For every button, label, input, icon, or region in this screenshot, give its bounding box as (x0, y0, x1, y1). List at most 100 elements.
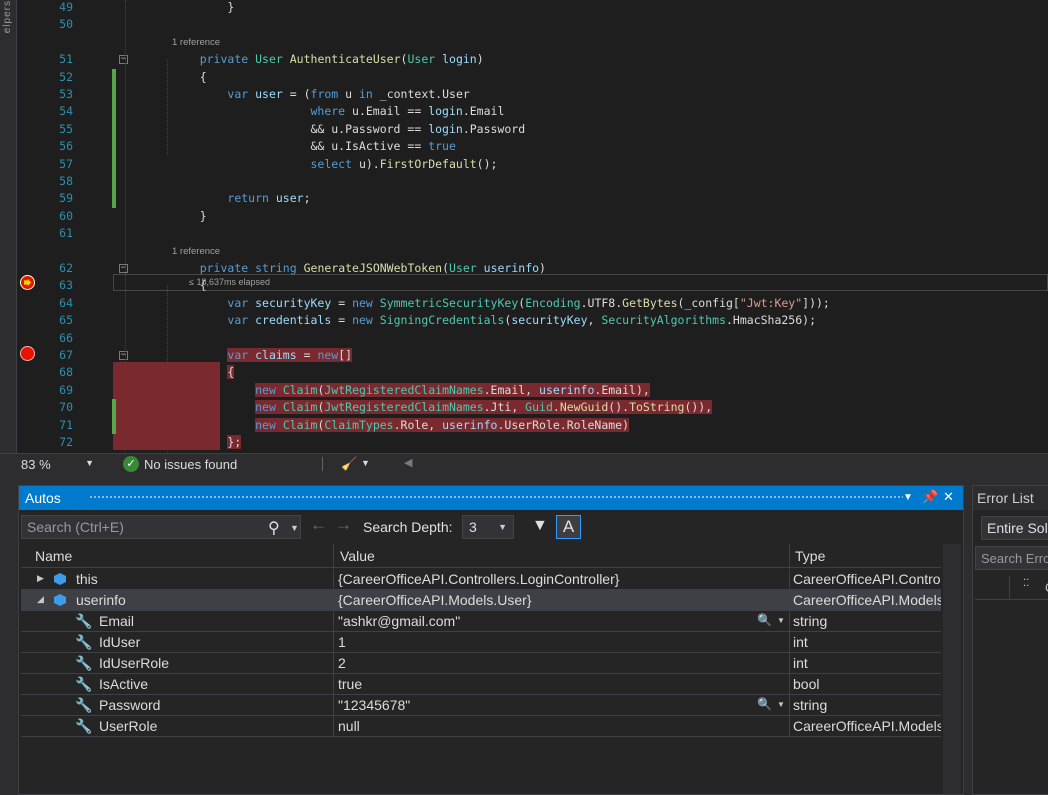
error-scope-select[interactable]: Entire Solution (981, 516, 1048, 540)
vertical-scrollbar[interactable] (943, 544, 961, 794)
variable-type[interactable]: CareerOfficeAPI.Models.User (793, 592, 941, 608)
code-line[interactable]: 67 var claims = new[] − (17, 347, 1048, 364)
variable-value[interactable]: 2 (338, 655, 346, 671)
variable-value[interactable]: {CareerOfficeAPI.Controllers.LoginContro… (338, 571, 619, 587)
code-text[interactable]: && u.IsActive == true (172, 138, 455, 155)
variable-row[interactable]: 🔧 UserRole null CareerOfficeAPI.Models.User… (21, 716, 941, 737)
code-text[interactable]: select u).FirstOrDefault(); (172, 156, 497, 173)
code-line[interactable]: 66 (17, 330, 1048, 347)
search-forward-icon[interactable]: → (335, 515, 352, 535)
chevron-down-icon[interactable]: ▼ (361, 458, 370, 468)
variable-row[interactable]: ◢ userinfo {CareerOfficeAPI.Models.User} Ca… (21, 590, 941, 611)
code-text[interactable]: var securityKey = new SymmetricSecurityK… (172, 295, 829, 312)
fold-toggle-icon[interactable]: − (119, 55, 128, 65)
left-tool-strip[interactable]: elpers (0, 0, 17, 453)
variable-type[interactable]: CareerOfficeAPI.Controllers.LoginControl… (793, 571, 941, 587)
zoom-dropdown[interactable]: 83 % ▼ (21, 456, 94, 473)
variable-name[interactable]: IdUser (99, 634, 140, 650)
search-depth-select[interactable]: 3 ▼ (462, 515, 514, 539)
fold-toggle-icon[interactable]: − (119, 264, 128, 273)
codelens-reference[interactable]: 1 reference (17, 243, 1048, 260)
variable-name[interactable]: Password (99, 697, 160, 713)
collapse-icon[interactable]: ◢ (37, 594, 44, 605)
code-line[interactable]: 70 new Claim(JwtRegisteredClaimNames.Jti… (17, 399, 1048, 417)
code-text[interactable]: && u.Password == login.Password (172, 121, 525, 138)
code-text[interactable]: new Claim(JwtRegisteredClaimNames.Jti, G… (172, 399, 713, 416)
code-text[interactable]: var user = (from u in _context.User (172, 86, 469, 103)
code-line[interactable]: 61 (17, 225, 1048, 242)
search-box[interactable]: ⚲ ▼ (21, 515, 301, 539)
variable-row[interactable]: 🔧 IdUserRole 2 int (21, 653, 941, 674)
code-text[interactable]: return user; (172, 190, 310, 207)
autos-title-bar[interactable]: Autos ▼ 📌 ✕ (19, 486, 963, 510)
codelens-reference[interactable]: 1 reference (17, 34, 1048, 51)
code-line[interactable]: 54 where u.Email == login.Email (17, 103, 1048, 121)
code-line[interactable]: 59 return user; (17, 190, 1048, 208)
code-line[interactable]: 56 && u.IsActive == true (17, 138, 1048, 156)
variable-row[interactable]: 🔧 Email "ashkr@gmail.com" 🔍 ▼ string (21, 611, 941, 632)
variable-name[interactable]: Email (99, 613, 134, 629)
code-line[interactable]: 55 && u.Password == login.Password (17, 120, 1048, 139)
search-icon[interactable]: ⚲ (268, 518, 280, 538)
variable-type[interactable]: string (793, 613, 941, 629)
variable-name[interactable]: IsActive (99, 676, 148, 692)
visualizer-search-icon[interactable]: 🔍 (757, 697, 772, 711)
suppression-column-icon[interactable]: ⁚⁚ (1023, 578, 1029, 589)
code-line[interactable]: 53 var user = (from u in _context.User (17, 86, 1048, 104)
chevron-down-icon[interactable]: ▼ (777, 700, 785, 709)
code-cleanup-icon[interactable]: 🧹 (341, 456, 357, 472)
expand-icon[interactable]: ▶ (37, 573, 44, 584)
column-type-header[interactable]: Type (795, 548, 825, 564)
error-list-title-bar[interactable]: Error List (973, 486, 1048, 510)
code-text[interactable]: new Claim(JwtRegisteredClaimNames.Email,… (172, 382, 650, 399)
code-editor[interactable]: elpers 49 } 50 1 reference 51 private User … (0, 0, 1048, 453)
breakpoint-icon[interactable] (20, 346, 35, 361)
code-line[interactable]: 50 (17, 16, 1048, 33)
variable-row[interactable]: ▶ this {CareerOfficeAPI.Controllers.LoginC… (21, 569, 941, 590)
code-line[interactable]: 71 new Claim(ClaimTypes.Role, userinfo.U… (17, 416, 1048, 434)
filter-icon[interactable]: ▼ (532, 517, 548, 535)
variable-name[interactable]: userinfo (76, 592, 126, 608)
hex-display-icon[interactable]: A (556, 515, 581, 539)
search-back-icon[interactable]: ← (310, 515, 327, 535)
code-line[interactable]: 68 { (17, 364, 1048, 381)
variable-value[interactable]: null (338, 718, 360, 734)
code-line[interactable]: 49 } (17, 0, 1048, 16)
column-value-header[interactable]: Value (340, 548, 375, 564)
code-line[interactable]: 60 } (17, 208, 1048, 225)
variable-type[interactable]: CareerOfficeAPI.Models.UserRole (793, 718, 941, 734)
error-search-input[interactable]: Search Error List (975, 546, 1048, 570)
code-text[interactable]: private string GenerateJSONWebToken(User… (172, 260, 546, 277)
variable-row[interactable]: 🔧 Password "12345678" 🔍 ▼ string (21, 695, 941, 716)
variable-name[interactable]: this (76, 571, 98, 587)
code-text[interactable]: }; (172, 434, 242, 451)
code-text[interactable]: { (172, 364, 235, 381)
code-text[interactable]: where u.Email == login.Email (172, 103, 504, 120)
window-position-icon[interactable]: ▼ (903, 492, 913, 503)
variable-name[interactable]: IdUserRole (99, 655, 169, 671)
code-text[interactable]: } (172, 0, 234, 16)
code-text[interactable]: } (172, 208, 207, 225)
variable-type[interactable]: string (793, 697, 941, 713)
code-text[interactable]: var claims = new[] (172, 347, 353, 364)
code-text[interactable]: { (172, 69, 207, 86)
code-line[interactable]: 52 { (17, 68, 1048, 86)
code-line[interactable]: 57 select u).FirstOrDefault(); (17, 155, 1048, 173)
variable-type[interactable]: int (793, 655, 941, 671)
code-line[interactable]: 65 var credentials = new SigningCredenti… (17, 312, 1048, 329)
fold-toggle-icon[interactable]: − (119, 351, 128, 360)
issues-status[interactable]: No issues found (144, 457, 237, 472)
current-statement-arrow-icon[interactable] (20, 275, 35, 290)
code-line[interactable]: 64 var securityKey = new SymmetricSecuri… (17, 295, 1048, 312)
perf-tip[interactable]: ≤ 18,637ms elapsed (189, 276, 270, 289)
variable-value[interactable]: "ashkr@gmail.com" (338, 613, 460, 629)
code-text[interactable]: new Claim(ClaimTypes.Role, userinfo.User… (172, 417, 630, 434)
reference-count[interactable]: 1 reference (172, 243, 220, 260)
nav-prev-icon[interactable]: ◀ (404, 456, 412, 469)
code-line[interactable]: 69 new Claim(JwtRegisteredClaimNames.Ema… (17, 382, 1048, 399)
code-text[interactable]: private User AuthenticateUser(User login… (172, 51, 484, 68)
reference-count[interactable]: 1 reference (172, 34, 220, 51)
variable-value[interactable]: true (338, 676, 362, 692)
code-line[interactable]: 62 private string GenerateJSONWebToken(U… (17, 260, 1048, 277)
variable-row[interactable]: 🔧 IsActive true bool (21, 674, 941, 695)
